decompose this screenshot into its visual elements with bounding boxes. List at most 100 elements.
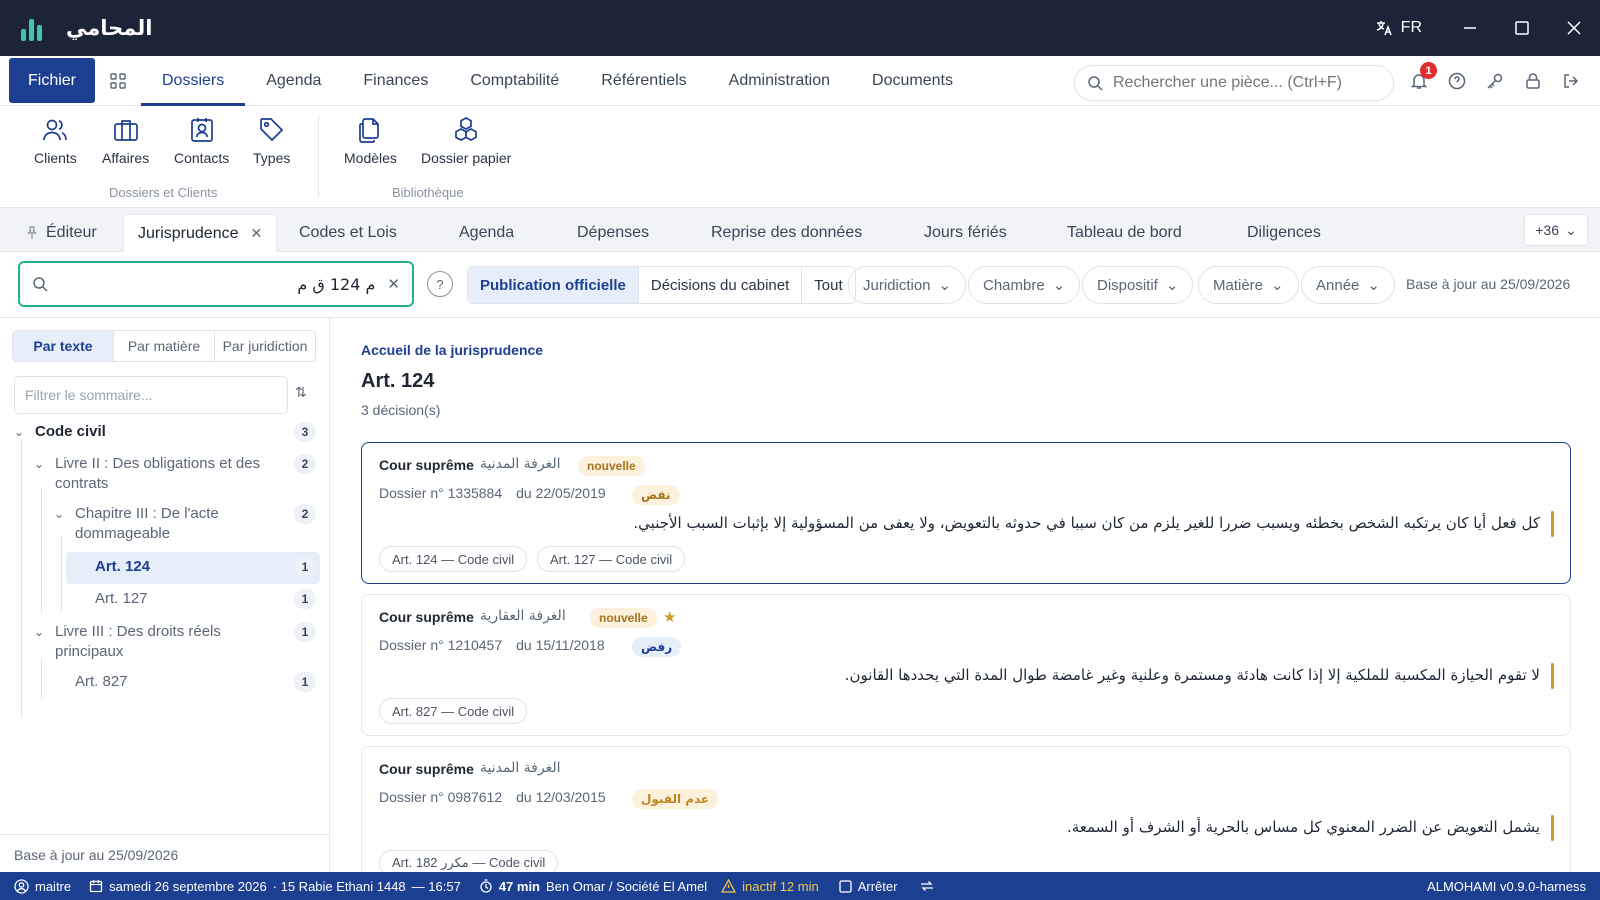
apps-grid-button[interactable] [95,56,141,106]
seg-tout[interactable]: Tout [802,267,854,303]
global-search-input[interactable] [1113,74,1373,92]
menu-referentiels[interactable]: Référentiels [580,56,707,106]
decision-date: du 15/11/2018 [516,637,605,653]
clear-search-icon[interactable]: ✕ [387,275,400,293]
briefcase-icon [113,120,138,141]
juridiction-dropdown[interactable]: Juridiction ⌄ [848,266,967,304]
menu-bar: Fichier Dossiers Agenda Finances Comptab… [0,56,1600,106]
dispositif-dropdown[interactable]: Dispositif ⌄ [1082,266,1194,304]
document-tabs: Éditeur Jurisprudence ✕ Codes et Lois Ag… [0,208,1600,252]
tab-editeur[interactable]: Éditeur [26,214,97,252]
collapse-all-icon[interactable]: ⇅ [295,384,307,401]
ribbon-contacts-label: Contacts [174,150,230,166]
outcome-badge: رفض [632,637,682,657]
decision-card[interactable]: Cour suprême الغرفة المدنية Dossier n° 0… [361,746,1571,872]
status-user[interactable]: maitre [14,879,71,894]
source-segment: Publication officielle Décisions du cabi… [467,266,856,304]
logout-button[interactable] [1552,56,1590,106]
contact-card-icon [190,118,213,142]
translate-icon [1376,21,1392,36]
matiere-label: Matière [1213,276,1264,294]
summary-filter-input[interactable]: Filtrer le sommaire... [14,376,288,414]
fichier-button[interactable]: Fichier [9,58,95,103]
star-icon[interactable]: ★ [663,608,676,626]
decision-card[interactable]: Cour suprême الغرفة المدنية nouvelle Dos… [361,442,1571,584]
jurisprudence-query-input[interactable] [60,274,376,294]
tree-chapitre3-label-cont: dommageable [75,525,171,542]
ribbon-clients-button[interactable]: Clients [34,116,77,166]
annee-dropdown[interactable]: Année ⌄ [1301,266,1395,304]
decision-summary: لا تقوم الحيازة المكسبة للملكية إلا إذا … [844,666,1540,684]
tab-depenses[interactable]: Dépenses [577,214,649,252]
more-tabs-button[interactable]: +36 ⌄ [1524,214,1588,246]
help-button[interactable] [1438,56,1476,106]
decision-card[interactable]: Cour suprême الغرفة العقارية nouvelle ★ … [361,594,1571,736]
ribbon-group-bibliotheque: Bibliothèque [392,185,464,200]
ribbon: Clients Affaires Contacts Types Dossiers… [0,106,1600,208]
tab-tableau-bord[interactable]: Tableau de bord [1067,214,1182,252]
tree-livre2-label: Livre II : Des obligations et des [55,455,261,472]
ribbon-modeles-button[interactable]: Modèles [344,116,397,166]
chevron-down-icon: ⌄ [1271,277,1284,294]
key-button[interactable] [1476,56,1514,106]
seg-par-juridiction[interactable]: Par juridiction [215,331,315,361]
chambre-dropdown[interactable]: Chambre ⌄ [968,266,1081,304]
matiere-dropdown[interactable]: Matière ⌄ [1198,266,1299,304]
status-date-text: samedi 26 septembre 2026 [109,878,267,894]
ribbon-types-button[interactable]: Types [253,116,290,166]
sync-button[interactable] [919,879,935,893]
jurisprudence-search[interactable]: ✕ [18,261,414,307]
decision-summary: يشمل التعويض عن الضرر المعنوي كل مساس با… [1066,818,1540,836]
ribbon-affaires-button[interactable]: Affaires [102,116,149,166]
filter-bar: ✕ ? Publication officielle Décisions du … [0,252,1600,318]
article-chip[interactable]: Art. 124 — Code civil [379,546,528,572]
menu-comptabilite[interactable]: Comptabilité [449,56,580,106]
court-name: Cour suprême [379,457,474,473]
close-window-button[interactable] [1548,0,1600,56]
tab-agenda[interactable]: Agenda [459,214,514,252]
menu-documents[interactable]: Documents [851,56,974,106]
tab-jurisprudence[interactable]: Jurisprudence ✕ [123,214,278,252]
maximize-button[interactable] [1496,0,1548,56]
menu-administration[interactable]: Administration [708,56,851,106]
seg-par-texte[interactable]: Par texte [13,331,114,361]
menu-dossiers[interactable]: Dossiers [141,56,246,106]
article-chip[interactable]: Art. 827 — Code civil [379,698,528,724]
juridiction-label: Juridiction [863,276,931,294]
tree-count: 2 [294,454,316,474]
more-tabs-count: +36 [1535,222,1559,238]
tree-count: 2 [294,504,316,524]
tab-reprise[interactable]: Reprise des données [711,214,862,252]
tab-close-icon[interactable]: ✕ [251,225,263,242]
dispositif-label: Dispositif [1097,276,1158,294]
ribbon-dossier-papier-button[interactable]: Dossier papier [421,116,511,166]
notification-badge: 1 [1420,62,1437,79]
article-chip[interactable]: Art. 127 — Code civil [537,546,686,572]
seg-decisions-cabinet[interactable]: Décisions du cabinet [639,267,803,303]
minimize-button[interactable] [1444,0,1496,56]
tab-jours-feries[interactable]: Jours fériés [924,214,1007,252]
tree-guide [61,536,62,612]
tab-diligences[interactable]: Diligences [1247,214,1321,252]
search-help-button[interactable]: ? [427,271,453,297]
chamber-name: الغرفة المدنية [480,456,561,472]
tag-icon [259,118,283,142]
tab-codes-lois[interactable]: Codes et Lois [299,214,397,252]
stop-timer-button[interactable]: Arrêter [839,879,897,894]
seg-par-matiere[interactable]: Par matière [114,331,215,361]
global-search[interactable] [1074,65,1394,101]
menu-finances[interactable]: Finances [342,56,449,106]
lock-button[interactable] [1514,56,1552,106]
ribbon-contacts-button[interactable]: Contacts [174,116,229,166]
minimize-icon [1464,27,1476,29]
chevron-down-icon: ⌄ [938,277,952,294]
menu-agenda[interactable]: Agenda [245,56,342,106]
summary-accent [1551,663,1554,689]
notifications-button[interactable]: 1 [1400,56,1438,106]
chevron-down-icon: ⌄ [34,457,45,471]
article-chip[interactable]: Art. 182 مكرر — Code civil [379,850,559,872]
decision-date: du 22/05/2019 [516,485,606,501]
language-switch[interactable]: FR [1375,19,1422,37]
seg-publication-officielle[interactable]: Publication officielle [468,267,639,303]
breadcrumb[interactable]: Accueil de la jurisprudence [361,342,543,358]
